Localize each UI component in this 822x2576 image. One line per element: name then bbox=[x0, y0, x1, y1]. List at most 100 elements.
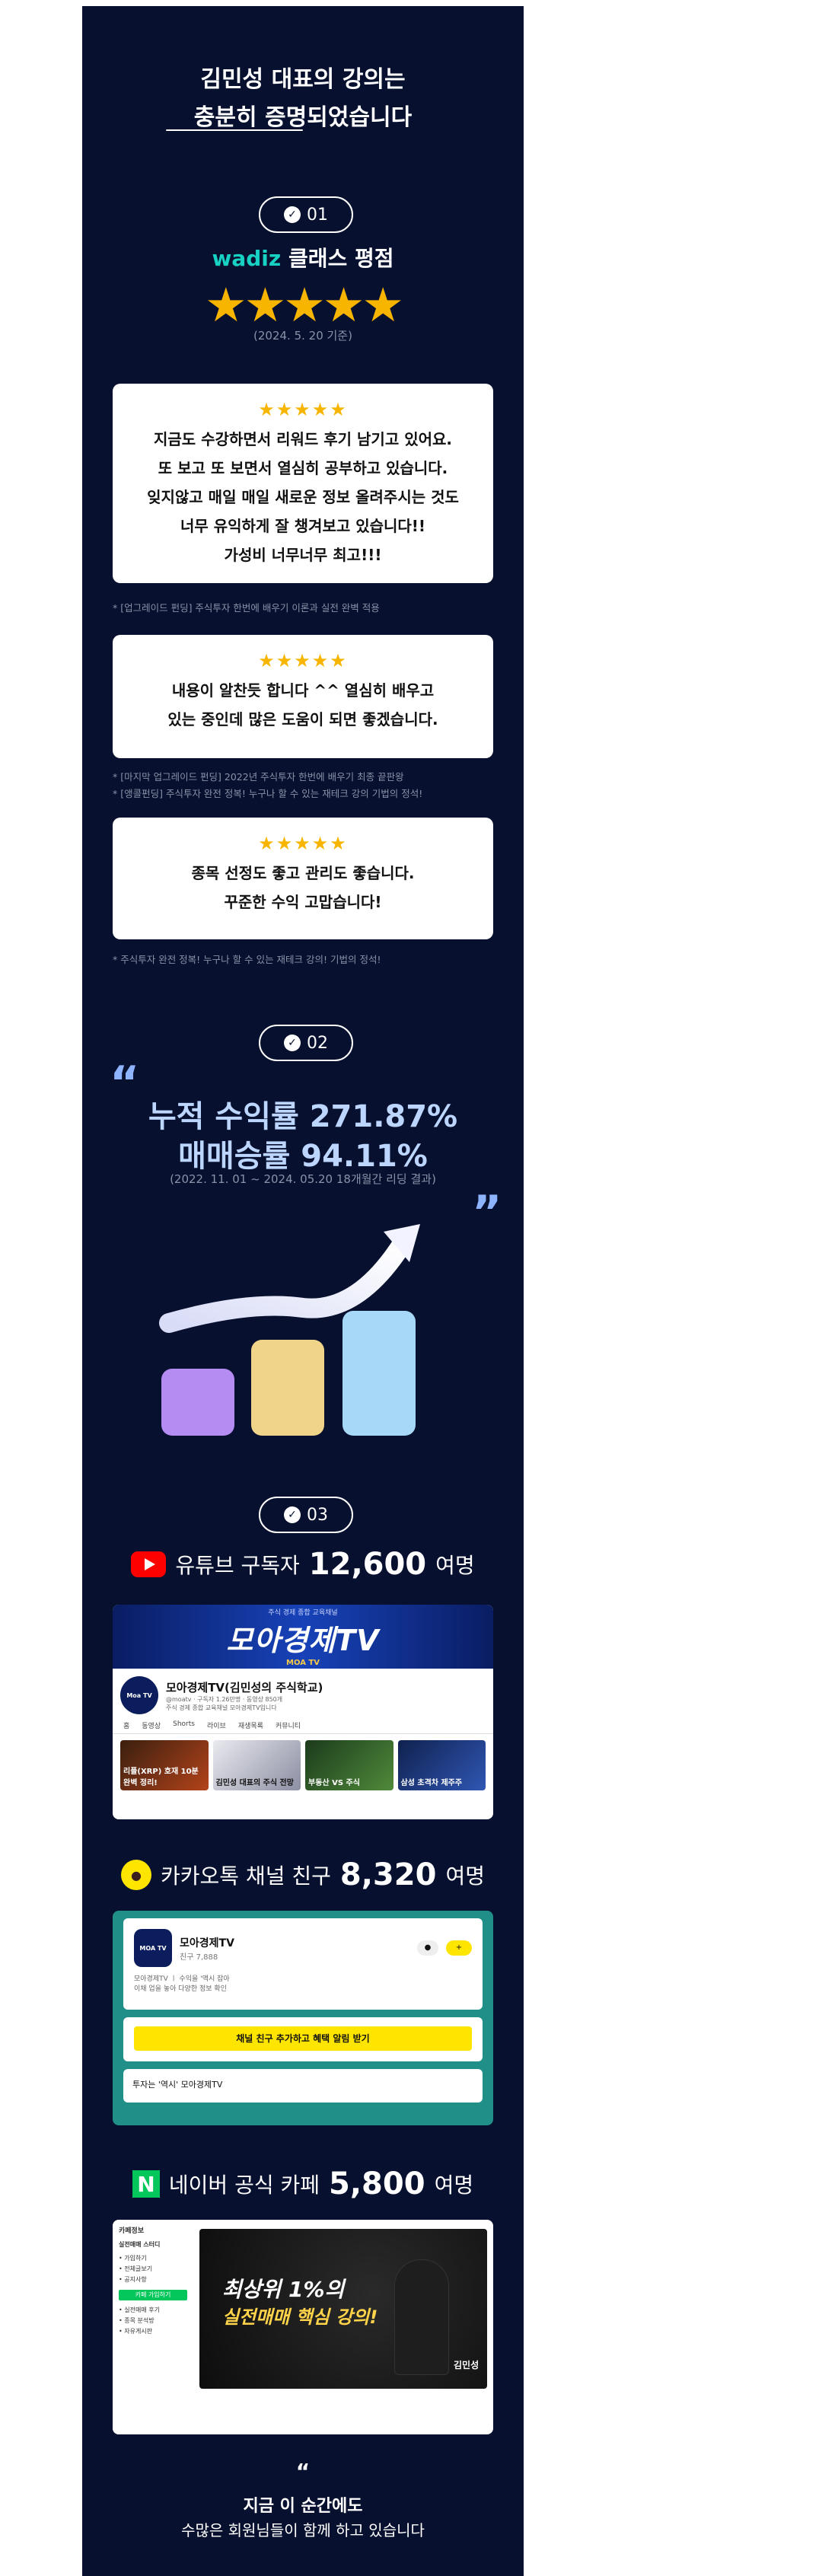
cafe-menu-item: • 실전매매 후기 bbox=[119, 2307, 160, 2313]
cumulative-return: 누적 수익률 271.87% bbox=[148, 1099, 458, 1134]
kakao-button-card: 채널 친구 추가하고 혜택 알림 받기 bbox=[123, 2017, 483, 2061]
check-icon: ✓ bbox=[284, 1035, 301, 1051]
review-line: 잊지않고 매일 매일 새로운 정보 올려주시는 것도 bbox=[147, 488, 459, 506]
review-note-1: * [업그레이드 펀딩] 주식투자 한번에 배우기 이론과 실전 완벽 적용 bbox=[113, 600, 493, 617]
cafe-join-button: 카페 가입하기 bbox=[119, 2290, 187, 2300]
channel-name: 모아경제TV(김민성의 주식학교) bbox=[166, 1680, 323, 1694]
kakao-post-card: 투자는 '역시' 모아경제TV bbox=[123, 2069, 483, 2103]
tab-playlists: 재생목록 bbox=[237, 1723, 263, 1730]
rating-label: 클래스 평점 bbox=[288, 246, 394, 271]
channel-meta: @moatv · 구독자 1.26만명 · 동영상 850개 bbox=[166, 1695, 283, 1703]
youtube-label: 유튜브 구독자 bbox=[175, 1553, 300, 1578]
stat-period: (2022. 11. 01 ~ 2024. 05.20 18개월간 리딩 결과) bbox=[170, 1172, 436, 1186]
chat-icon: ● bbox=[417, 1940, 438, 1956]
youtube-screenshot: 주식 경제 종합 교육채널 모아경제TV MOA TV Moa TV 모아경제T… bbox=[113, 1605, 493, 1819]
naver-cafe-screenshot: 카페정보 실전매매 스터디 • 가입하기 • 전체글보기 • 공지사항 카페 가… bbox=[113, 2220, 493, 2434]
review-line: 가성비 너무너무 최고!!! bbox=[224, 546, 382, 564]
wadiz-logo: wadiz bbox=[212, 246, 282, 271]
add-channel-button: 채널 친구 추가하고 혜택 알림 받기 bbox=[134, 2026, 472, 2051]
rating-stars: ★★★★★ bbox=[205, 277, 404, 333]
banner-tag: MOA TV bbox=[286, 1658, 320, 1667]
naver-label: 네이버 공식 카페 bbox=[168, 2173, 320, 2198]
cafe-info-title: 카페정보 bbox=[119, 2227, 145, 2235]
review-note: * [업그레이드 펀딩] 주식투자 한번에 배우기 이론과 실전 완벽 적용 bbox=[113, 602, 380, 614]
review-line: 지금도 수강하면서 리워드 후기 남기고 있어요. bbox=[153, 430, 452, 448]
video-thumb: 부동산 VS 주식 bbox=[305, 1740, 393, 1790]
video-thumbnails: 리플(XRP) 호재 10분 완벽 정리! 김민성 대표의 주식 전망 부동산 … bbox=[113, 1734, 493, 1797]
channel-avatar: Moa TV bbox=[120, 1676, 158, 1714]
youtube-count: 12,600 bbox=[308, 1547, 427, 1582]
section2-badge-number: 02 bbox=[307, 1033, 328, 1053]
check-icon: ✓ bbox=[284, 1506, 301, 1523]
tab-community: 커뮤니티 bbox=[275, 1723, 301, 1730]
channel-desc: 주식 경제 종합 교육채널 모아경제TV입니다 bbox=[166, 1704, 277, 1711]
naver-count: 5,800 bbox=[329, 2166, 425, 2201]
review-stars: ★★★★★ bbox=[258, 399, 348, 420]
youtube-icon bbox=[131, 1551, 167, 1577]
kakao-unit: 여명 bbox=[445, 1863, 485, 1889]
hero-line2-bold: 충분히 증명 bbox=[193, 104, 307, 131]
tab-live: 라이브 bbox=[206, 1723, 226, 1730]
banner-title: 모아경제TV bbox=[226, 1623, 380, 1657]
main-panel: 김민성 대표의 강의는 충분히 증명되었습니다 ✓ 01 wadiz 클래스 평… bbox=[82, 6, 524, 2576]
kakao-screenshot: MOA TV 모아경제TV 친구 7,888 ● + 모아경제TV 〡 수익을 … bbox=[113, 1911, 493, 2125]
banner-headline-1: 최상위 1%의 bbox=[222, 2277, 345, 2302]
hero-line1: 김민성 대표의 강의는 bbox=[200, 66, 406, 93]
review-text: 종목 선정도 좋고 관리도 좋습니다. 꾸준한 수익 고맙습니다! bbox=[113, 859, 493, 917]
section3-badge-number: 03 bbox=[307, 1505, 328, 1525]
add-friend-icon: + bbox=[446, 1940, 472, 1956]
video-thumb: 김민성 대표의 주식 전망 bbox=[212, 1740, 301, 1790]
tab-home: 홈 bbox=[123, 1723, 130, 1730]
review-note-2: * [마지막 업그레이드 펀딩] 2022년 주식투자 한번에 배우기 최종 끝… bbox=[113, 769, 493, 802]
review-stars: ★★★★★ bbox=[258, 650, 348, 671]
kakao-friend-count: 친구 7,888 bbox=[180, 1953, 218, 1962]
section3-badge: ✓ 03 bbox=[259, 1497, 353, 1533]
kakao-channel-card: MOA TV 모아경제TV 친구 7,888 ● + 모아경제TV 〡 수익을 … bbox=[123, 1918, 483, 2010]
review-card-1: ★★★★★ 지금도 수강하면서 리워드 후기 남기고 있어요. 또 보고 또 보… bbox=[113, 384, 493, 583]
tab-shorts: Shorts bbox=[173, 1720, 195, 1728]
section2-badge: ✓ 02 bbox=[259, 1025, 353, 1061]
cafe-menu-item: • 가입하기 bbox=[119, 2255, 147, 2262]
kakao-desc: 모아경제TV 〡 수익을 '액시 잡아 bbox=[134, 1975, 230, 1983]
kakao-stat: ● 카카오톡 채널 친구 8,320 여명 bbox=[82, 1857, 524, 1892]
review-note: * 주식투자 완전 정복! 누구나 할 수 있는 재테크 강의! 기법의 정석! bbox=[113, 954, 381, 965]
video-thumb: 삼성 초격차 제주주 bbox=[397, 1740, 486, 1790]
review-text: 지금도 수강하면서 리워드 후기 남기고 있어요. 또 보고 또 보면서 열심히… bbox=[113, 425, 493, 569]
footer-line1: 지금 이 순간에도 bbox=[243, 2497, 363, 2516]
footer-line2: 수많은 회원님들이 함께 하고 있습니다 bbox=[181, 2521, 425, 2539]
naver-stat: N 네이버 공식 카페 5,800 여명 bbox=[82, 2166, 524, 2201]
review-line: 또 보고 또 보면서 열심히 공부하고 있습니다. bbox=[158, 459, 448, 477]
footer-quote-icon: “ bbox=[295, 2459, 311, 2484]
review-text: 내용이 알찬듯 합니다 ^^ 열심히 배우고 있는 중인데 많은 도움이 되면 … bbox=[113, 676, 493, 734]
section1-badge-number: 01 bbox=[307, 205, 328, 225]
cafe-menu-item: • 자유게시판 bbox=[119, 2328, 153, 2335]
hero-title: 김민성 대표의 강의는 충분히 증명되었습니다 bbox=[82, 61, 524, 137]
youtube-stat: 유튜브 구독자 12,600 여명 bbox=[82, 1547, 524, 1582]
kakao-desc: 이채 업을 놓아 다양한 정보 확인 bbox=[134, 1985, 227, 1993]
naver-icon: N bbox=[132, 2170, 160, 2198]
instructor-name: 김민성 bbox=[454, 2360, 480, 2370]
review-note: * [마지막 업그레이드 펀딩] 2022년 주식투자 한번에 배우기 최종 끝… bbox=[113, 771, 404, 783]
naver-unit: 여명 bbox=[434, 2173, 474, 2198]
kakao-post-title: 투자는 '역시' 모아경제TV bbox=[132, 2080, 223, 2090]
bar-yellow bbox=[251, 1340, 324, 1436]
naver-cafe-sidebar: 카페정보 실전매매 스터디 • 가입하기 • 전체글보기 • 공지사항 카페 가… bbox=[113, 2220, 193, 2434]
kakao-channel-logo: MOA TV bbox=[134, 1929, 172, 1967]
review-card-3: ★★★★★ 종목 선정도 좋고 관리도 좋습니다. 꾸준한 수익 고맙습니다! bbox=[113, 818, 493, 939]
review-stars: ★★★★★ bbox=[258, 833, 348, 854]
bar-purple bbox=[161, 1369, 234, 1436]
banner-headline-2: 실전매매 핵심 강의! bbox=[222, 2307, 378, 2328]
kakao-channel-name: 모아경제TV bbox=[180, 1937, 234, 1950]
cafe-menu-item: • 종목 분석방 bbox=[119, 2317, 155, 2324]
review-card-2: ★★★★★ 내용이 알찬듯 합니다 ^^ 열심히 배우고 있는 중인데 많은 도… bbox=[113, 635, 493, 758]
close-quote-icon: ” bbox=[472, 1186, 502, 1239]
check-icon: ✓ bbox=[284, 206, 301, 223]
kakao-label: 카카오톡 채널 친구 bbox=[161, 1863, 331, 1889]
hero-line2: 충분히 증명되었습니다 bbox=[82, 99, 524, 137]
wadiz-rating-heading: wadiz 클래스 평점 bbox=[82, 242, 524, 273]
hero-line2-rest: 되었습니다 bbox=[307, 104, 413, 131]
naver-cafe-banner: 최상위 1%의 실전매매 핵심 강의! 김민성 bbox=[199, 2229, 487, 2389]
cafe-menu-item: • 공지사항 bbox=[119, 2276, 147, 2283]
review-line: 있는 중인데 많은 도움이 되면 좋겠습니다. bbox=[167, 710, 438, 728]
video-thumb: 리플(XRP) 호재 10분 완벽 정리! bbox=[120, 1740, 209, 1790]
